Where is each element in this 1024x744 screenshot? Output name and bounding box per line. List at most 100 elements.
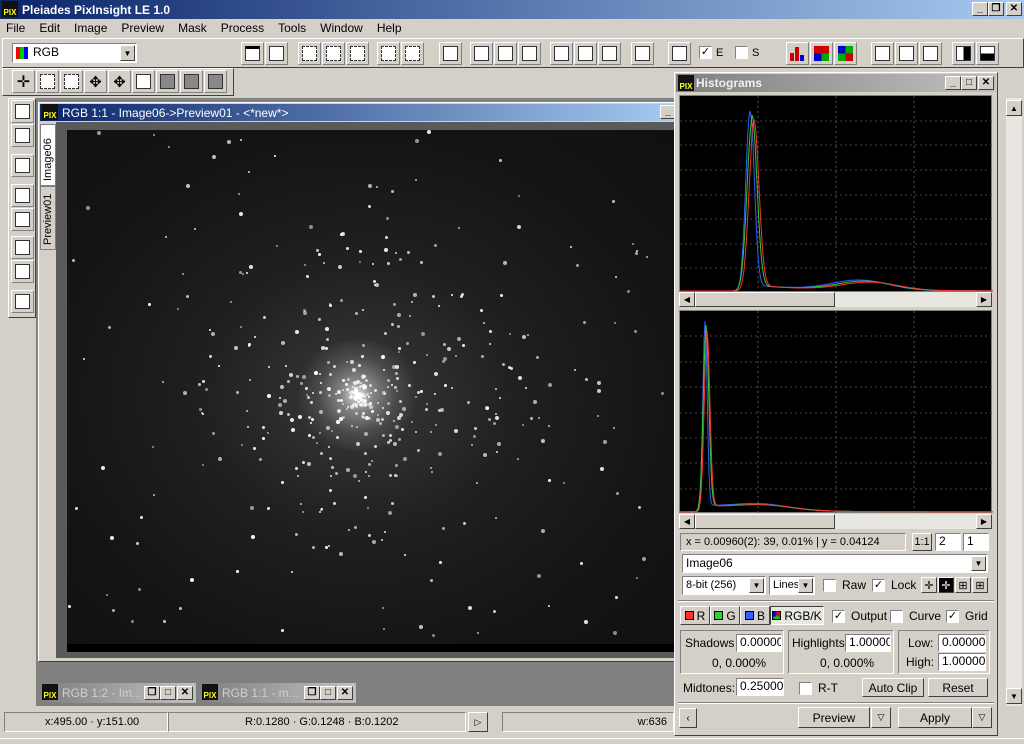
collapse-left-button[interactable]: ‹	[679, 708, 697, 728]
fit-view-icon[interactable]	[377, 42, 400, 65]
lock-checkbox-box[interactable]: ✓	[872, 578, 885, 592]
image-select[interactable]: Image06 ▼	[682, 554, 988, 573]
menu-file[interactable]: File	[6, 21, 25, 37]
histograms-close-button[interactable]: ✕	[978, 76, 994, 90]
mirror-vertical-icon[interactable]	[976, 42, 999, 65]
minimize-button[interactable]: _	[972, 2, 988, 16]
mask-show-icon[interactable]	[574, 42, 597, 65]
apply-button[interactable]: Apply	[898, 707, 972, 728]
mask-remove-icon[interactable]	[631, 42, 654, 65]
rt-checkbox-box[interactable]	[799, 681, 812, 695]
highlights-field[interactable]: 1.00000	[845, 634, 891, 652]
histogram-tool-icon[interactable]	[11, 100, 34, 123]
mirror-horizontal-icon[interactable]	[952, 42, 975, 65]
auto-clip-button[interactable]: Auto Clip	[862, 678, 924, 697]
channel-grid-alt-icon[interactable]	[834, 42, 857, 65]
raw-checkbox-box[interactable]	[823, 578, 836, 592]
reset-button[interactable]: Reset	[928, 678, 988, 697]
hist-bottom-scroll-left-icon[interactable]: ◀	[679, 514, 695, 529]
rt-checkbox[interactable]: R-T	[799, 681, 838, 695]
workspace-scroll-down-icon[interactable]: ▼	[1006, 688, 1022, 704]
zoom-in-icon[interactable]	[322, 42, 345, 65]
menu-edit[interactable]: Edit	[39, 21, 60, 37]
cursor-mode-2-icon[interactable]: ✛	[938, 577, 954, 593]
check-s-box[interactable]	[735, 46, 748, 59]
menu-help[interactable]: Help	[377, 21, 402, 37]
cursor-mode-4-icon[interactable]: ⊞	[972, 577, 988, 593]
tab-preview01[interactable]: Preview01	[40, 186, 56, 250]
apply-dropdown-icon[interactable]: ▽	[972, 707, 992, 728]
check-e-box[interactable]: ✓	[699, 46, 712, 59]
check-e[interactable]: ✓ E	[699, 46, 723, 59]
zoom-1-1-button[interactable]: 1:1	[912, 533, 932, 551]
output-checkbox[interactable]: ✓ Output	[832, 609, 887, 623]
lock-checkbox[interactable]: ✓ Lock	[872, 578, 916, 592]
output-checkbox-box[interactable]: ✓	[832, 609, 845, 623]
mask-enable-icon[interactable]	[550, 42, 573, 65]
preview-rect-icon[interactable]	[156, 70, 179, 93]
cursor-mode-3-icon[interactable]: ⊞	[955, 577, 971, 593]
undo-icon[interactable]	[871, 42, 894, 65]
menu-process[interactable]: Process	[221, 21, 264, 37]
resolution-select[interactable]: 8-bit (256) ▼	[682, 576, 766, 595]
edit-preview-icon[interactable]	[494, 42, 517, 65]
channel-rgbk-button[interactable]: RGB/K	[770, 606, 824, 625]
hist-bottom-scroll-right-icon[interactable]: ▶	[976, 514, 992, 529]
new-preview-icon[interactable]	[470, 42, 493, 65]
minimized-1-maximize-button[interactable]: □	[160, 686, 176, 700]
curve-checkbox-box[interactable]	[890, 609, 903, 623]
pan-icon[interactable]: ✥	[84, 70, 107, 93]
menu-tools[interactable]: Tools	[278, 21, 306, 37]
tab-image06[interactable]: Image06	[40, 124, 56, 186]
minimized-1-close-button[interactable]: ✕	[177, 686, 193, 700]
close-button[interactable]: ✕	[1006, 2, 1022, 16]
colorspace-select[interactable]: RGB ▼	[12, 43, 137, 63]
grid-checkbox-box[interactable]: ✓	[946, 609, 959, 623]
history-icon[interactable]	[919, 42, 942, 65]
cursor-mode-1-icon[interactable]: ✛	[921, 577, 937, 593]
star-field-image[interactable]	[67, 130, 676, 644]
histograms-minimize-button[interactable]: _	[945, 76, 961, 90]
zoom-x-field[interactable]: 2	[935, 533, 961, 551]
curve-checkbox[interactable]: Curve	[890, 609, 941, 623]
check-s[interactable]: S	[735, 46, 759, 59]
fit-window-icon[interactable]	[401, 42, 424, 65]
status-arrow-icon[interactable]: ▷	[468, 712, 488, 732]
preview-button[interactable]: Preview	[798, 707, 870, 728]
menu-preview[interactable]: Preview	[121, 21, 164, 37]
restore-button[interactable]: ❐	[988, 2, 1004, 16]
hist-top-scroll-thumb[interactable]	[695, 292, 835, 307]
minimized-2-close-button[interactable]: ✕	[337, 686, 353, 700]
channel-r-button[interactable]: R	[680, 606, 710, 625]
image-select-chevron-down-icon[interactable]: ▼	[971, 556, 986, 571]
mask-invert-icon[interactable]	[598, 42, 621, 65]
preview-select-icon[interactable]	[180, 70, 203, 93]
zoom-out-icon[interactable]	[346, 42, 369, 65]
execute-icon[interactable]	[668, 42, 691, 65]
resolution-chevron-down-icon[interactable]: ▼	[749, 578, 764, 593]
minimized-1-restore-button[interactable]: ❐	[144, 686, 160, 700]
open-window-icon[interactable]	[265, 42, 288, 65]
new-window-icon[interactable]	[241, 42, 264, 65]
raw-checkbox[interactable]: Raw	[823, 578, 866, 592]
histogram-rgb-icon[interactable]	[786, 42, 809, 65]
duplicate-icon[interactable]	[439, 42, 462, 65]
midtones-field[interactable]: 0.25000	[736, 678, 784, 696]
redo-icon[interactable]	[895, 42, 918, 65]
histograms-maximize-button[interactable]: □	[961, 76, 977, 90]
crosshair-icon[interactable]: ✛	[12, 70, 35, 93]
channel-b-button[interactable]: B	[740, 606, 770, 625]
pan-alt-icon[interactable]: ✥	[108, 70, 131, 93]
menu-image[interactable]: Image	[74, 21, 107, 37]
crop-icon[interactable]	[132, 70, 155, 93]
histogram-plot-bottom[interactable]	[679, 310, 993, 514]
menu-mask[interactable]: Mask	[178, 21, 207, 37]
mode-select[interactable]: Lines ▼	[769, 576, 815, 595]
hist-bottom-scroll-thumb[interactable]	[695, 514, 835, 529]
zoom-fit-icon[interactable]	[298, 42, 321, 65]
tool-6-icon[interactable]	[11, 236, 34, 259]
channel-grid-icon[interactable]	[810, 42, 833, 65]
high-field[interactable]: 1.00000	[938, 653, 986, 671]
minimized-2-restore-button[interactable]: ❐	[304, 686, 320, 700]
tool-8-icon[interactable]	[11, 290, 34, 313]
